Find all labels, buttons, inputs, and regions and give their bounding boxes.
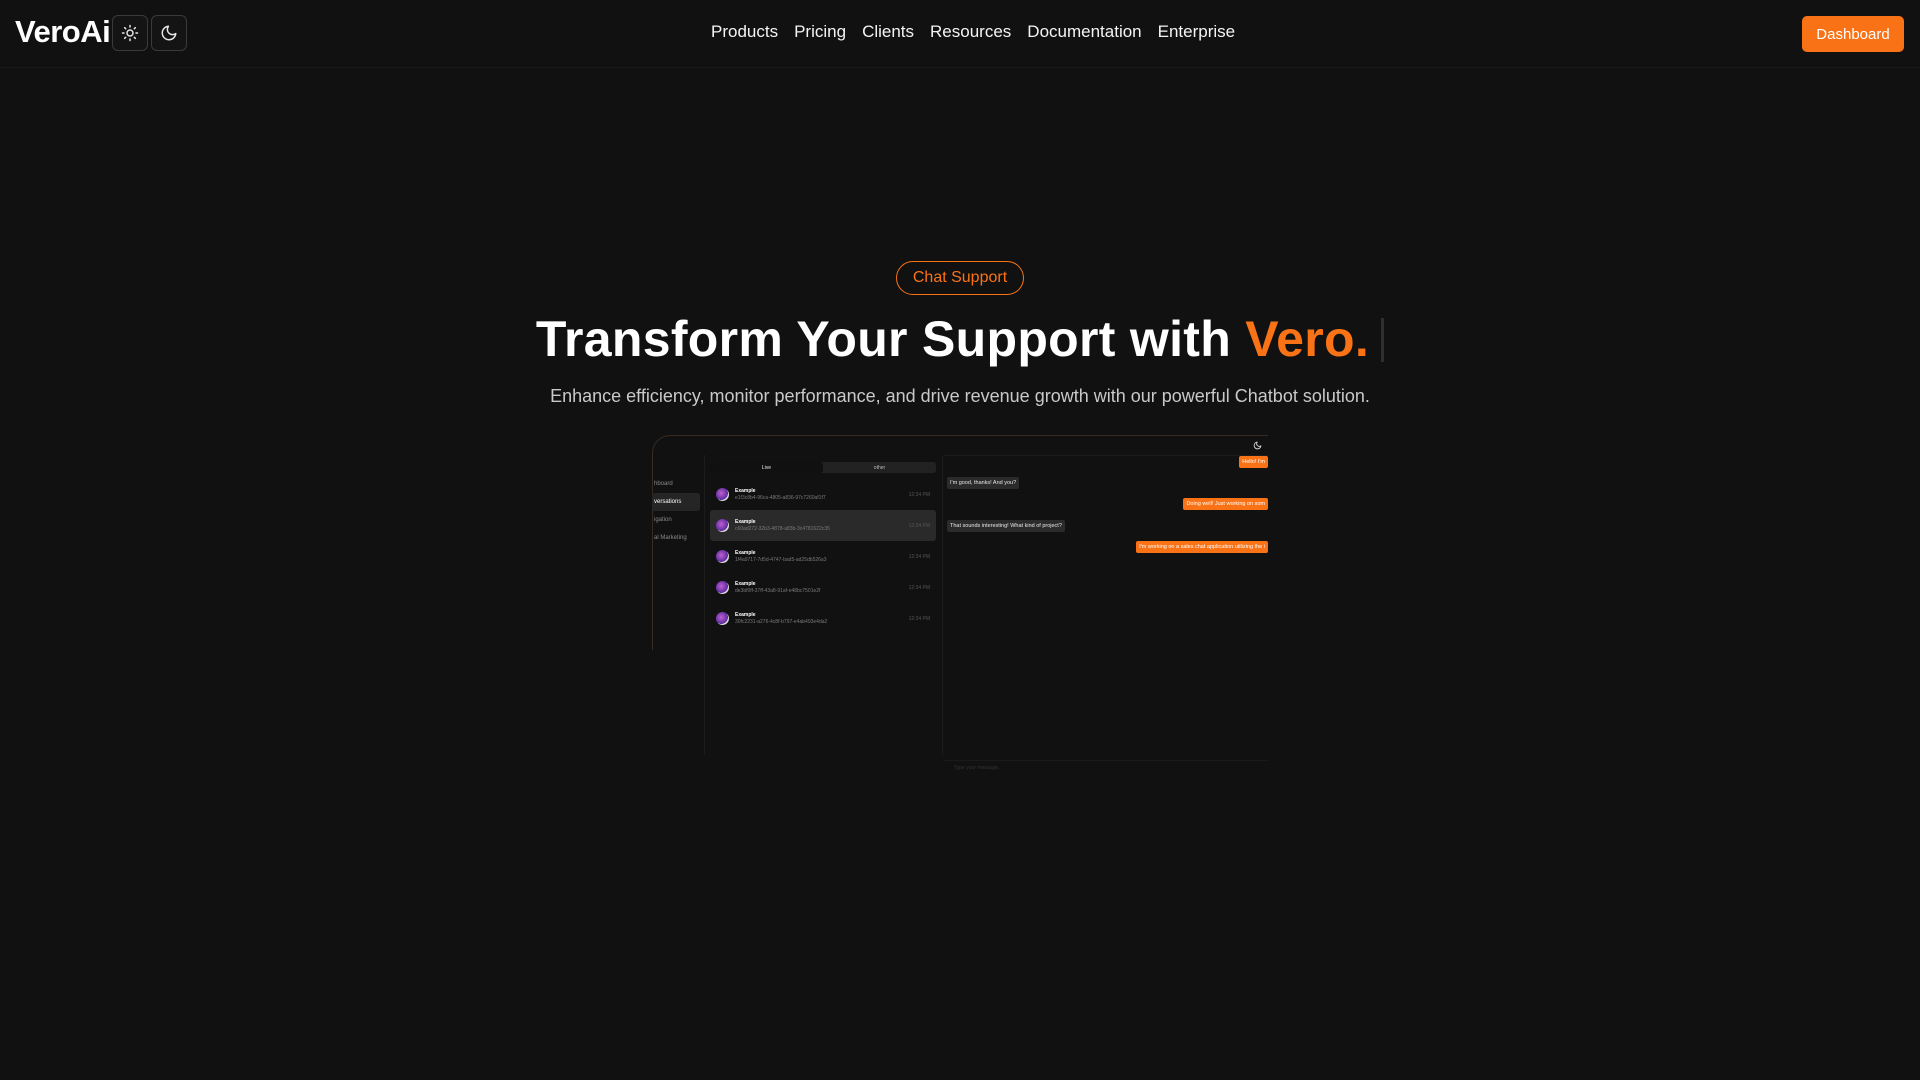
chat-bubble-incoming: I'm good, thanks! And you? xyxy=(947,477,1020,489)
chat-bubble-outgoing: I'm working on a sales chat application … xyxy=(1136,541,1268,553)
preview-sidebar-item: versations xyxy=(652,493,700,511)
nav-pricing[interactable]: Pricing xyxy=(794,22,846,42)
preview-chat-panel: Hello! I'm I'm good, thanks! And you? Do… xyxy=(944,435,1268,771)
preview-sidebar: hboard versations igation al Marketing xyxy=(652,475,700,547)
site-header: VeroAi Products Pricing Clients Resource… xyxy=(0,0,1920,68)
brand-logo[interactable]: VeroAi xyxy=(15,14,111,50)
hero-subheadline: Enhance efficiency, monitor performance,… xyxy=(550,386,1370,406)
preview-message-input: Type your message... xyxy=(954,765,1002,771)
preview-divider xyxy=(704,455,705,755)
hero-headline: Transform Your Support with Vero. xyxy=(0,310,1920,368)
conversation-time: 12:34 PM xyxy=(908,584,930,591)
dashboard-button[interactable]: Dashboard xyxy=(1802,16,1904,52)
avatar xyxy=(716,550,729,563)
conversation-name: Example xyxy=(735,580,756,587)
nav-resources[interactable]: Resources xyxy=(930,22,1011,42)
conversation-name: Example xyxy=(735,549,756,556)
nav-clients[interactable]: Clients xyxy=(862,22,914,42)
avatar xyxy=(716,519,729,532)
nav-products[interactable]: Products xyxy=(711,22,778,42)
preview-chat-divider xyxy=(944,455,1268,456)
conversation-name: Example xyxy=(735,487,756,494)
preview-tab-live: Live xyxy=(710,462,823,473)
typing-cursor xyxy=(1381,318,1385,362)
preview-conversation-row: Example c60ad272-32b3-4878-a83b-3c4781622… xyxy=(710,510,936,541)
light-theme-button[interactable] xyxy=(112,15,148,51)
conversation-id: c60ad272-32b3-4878-a83b-3c4781622c35 xyxy=(735,525,830,532)
avatar xyxy=(716,612,729,625)
chat-bubble-outgoing: Doing well! Just working on som xyxy=(1183,498,1268,510)
conversation-id: 1f4a9717-7d5d-4747-bad5-ad25db526a3 xyxy=(735,556,827,563)
preview-tabs: Live other xyxy=(710,462,936,473)
headline-accent: Vero. xyxy=(1245,311,1370,367)
chat-bubble-incoming: That sounds interesting! What kind of pr… xyxy=(947,520,1065,532)
chat-bubble-outgoing: Hello! I'm xyxy=(1239,456,1268,468)
conversation-id: e1f3c8b4-96ca-4805-a836-97c7260af1f7 xyxy=(735,494,826,501)
nav-enterprise[interactable]: Enterprise xyxy=(1158,22,1235,42)
conversation-time: 12:34 PM xyxy=(908,522,930,529)
avatar xyxy=(716,488,729,501)
preview-conversation-list: Example e1f3c8b4-96ca-4805-a836-97c7260af… xyxy=(710,479,936,634)
conversation-name: Example xyxy=(735,518,756,525)
preview-conversation-row: Example de3bf0ff-37ff-43a8-91af-e48bc7501… xyxy=(710,572,936,603)
preview-input-divider xyxy=(944,760,1268,761)
dark-theme-button[interactable] xyxy=(151,15,187,51)
avatar xyxy=(716,581,729,594)
preview-conversation-row: Example e1f3c8b4-96ca-4805-a836-97c7260af… xyxy=(710,479,936,510)
preview-conversation-row: Example 30fc2231-a276-4c8f-b797-e4ab493e4… xyxy=(710,603,936,634)
main-nav: Products Pricing Clients Resources Docum… xyxy=(711,22,1251,42)
conversation-time: 12:34 PM xyxy=(908,615,930,622)
moon-icon xyxy=(1253,441,1262,450)
preview-conversation-row: Example 1f4a9717-7d5d-4747-bad5-ad25db526… xyxy=(710,541,936,572)
conversation-time: 12:34 PM xyxy=(908,553,930,560)
conversation-id: de3bf0ff-37ff-43a8-91af-e48bc7501e2f xyxy=(735,587,821,594)
conversation-time: 12:34 PM xyxy=(908,491,930,498)
conversation-name: Example xyxy=(735,611,756,618)
preview-tab-other: other xyxy=(873,464,886,471)
nav-documentation[interactable]: Documentation xyxy=(1027,22,1141,42)
moon-icon xyxy=(161,25,177,41)
conversation-id: 30fc2231-a276-4c8f-b797-e4ab493e4da2 xyxy=(735,618,828,625)
headline-main: Transform Your Support with xyxy=(535,311,1246,367)
preview-sidebar-item: al Marketing xyxy=(654,535,687,541)
preview-sidebar-item: igation xyxy=(654,517,672,523)
product-preview: hboard versations igation al Marketing L… xyxy=(652,435,1268,775)
preview-sidebar-item: hboard xyxy=(654,481,673,487)
sun-icon xyxy=(121,24,139,42)
preview-divider xyxy=(942,455,943,755)
chat-support-badge[interactable]: Chat Support xyxy=(896,261,1024,295)
